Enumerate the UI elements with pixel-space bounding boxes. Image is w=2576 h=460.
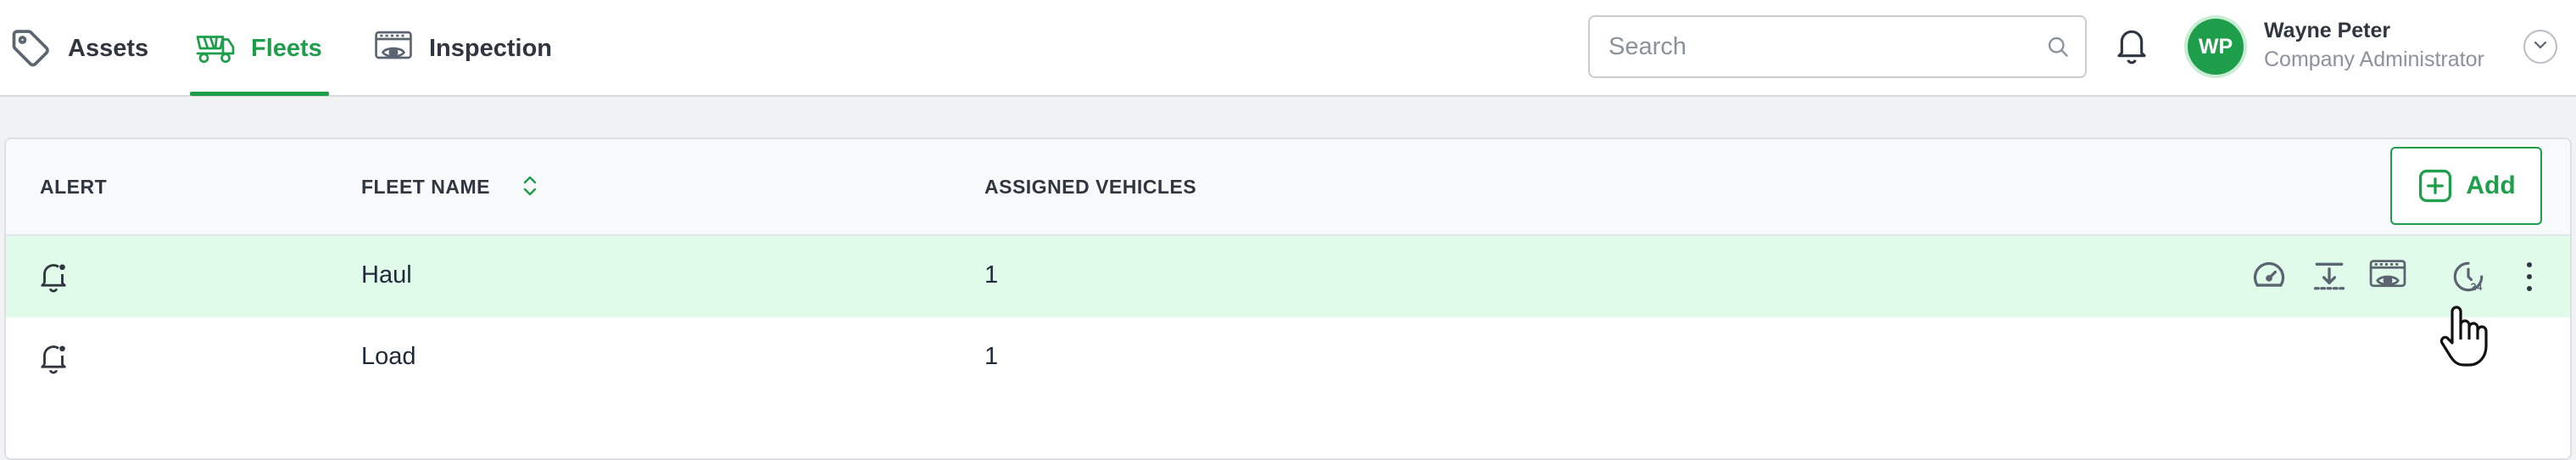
table-header: ALERT FLEET NAME ASSIGNED VEHICLES Add (6, 139, 2570, 236)
inspection-icon (373, 30, 414, 67)
search-icon[interactable] (2043, 31, 2073, 62)
fleets-table: ALERT FLEET NAME ASSIGNED VEHICLES Add H… (4, 137, 2572, 460)
tab-assets[interactable]: Assets (8, 0, 148, 97)
inspection-icon[interactable] (2367, 256, 2408, 297)
fleet-name-cell: Load (361, 343, 416, 370)
fleet-name-cell: Haul (361, 261, 412, 289)
tab-fleets[interactable]: Fleets (195, 0, 322, 97)
fleet-truck-icon (195, 31, 236, 65)
hand-pointer-cursor-icon (2434, 304, 2490, 368)
column-header-assigned-vehicles: ASSIGNED VEHICLES (984, 176, 1197, 198)
assigned-vehicles-cell: 1 (984, 343, 999, 370)
table-row[interactable]: Haul 1 24 (6, 236, 2570, 317)
user-menu-button[interactable] (2523, 30, 2557, 64)
plus-square-icon (2417, 167, 2454, 205)
more-vertical-icon[interactable] (2509, 256, 2550, 297)
tag-icon (8, 26, 53, 70)
alert-bell-icon[interactable] (38, 260, 69, 294)
column-header-alert: ALERT (40, 176, 108, 198)
top-navigation-bar: Assets Fleets Inspection Search WP Wayne… (0, 0, 2576, 97)
user-role: Company Administrator (2264, 48, 2484, 71)
tab-inspection[interactable]: Inspection (373, 0, 552, 97)
tab-inspection-label: Inspection (429, 34, 553, 62)
tab-fleets-label: Fleets (251, 34, 322, 62)
import-icon[interactable] (2309, 256, 2350, 297)
chevron-down-icon (2532, 39, 2549, 55)
add-fleet-button[interactable]: Add (2390, 147, 2542, 225)
search-input[interactable] (1590, 20, 2043, 73)
assigned-vehicles-cell: 1 (984, 261, 999, 289)
table-row[interactable]: Load 1 (6, 317, 2570, 399)
add-button-label: Add (2466, 171, 2516, 199)
speedometer-icon[interactable] (2249, 256, 2289, 297)
active-tab-indicator (190, 92, 329, 96)
alert-bell-icon[interactable] (38, 341, 69, 375)
notifications-bell-icon[interactable] (2115, 25, 2149, 66)
sort-icon[interactable] (519, 173, 541, 199)
timer-24-icon[interactable]: 24 (2448, 256, 2489, 297)
user-avatar[interactable]: WP (2188, 19, 2244, 75)
search-box (1588, 15, 2087, 78)
svg-text:24: 24 (2471, 281, 2483, 293)
user-name: Wayne Peter (2264, 19, 2391, 42)
tab-assets-label: Assets (68, 34, 149, 62)
column-header-fleet-name[interactable]: FLEET NAME (361, 176, 490, 199)
